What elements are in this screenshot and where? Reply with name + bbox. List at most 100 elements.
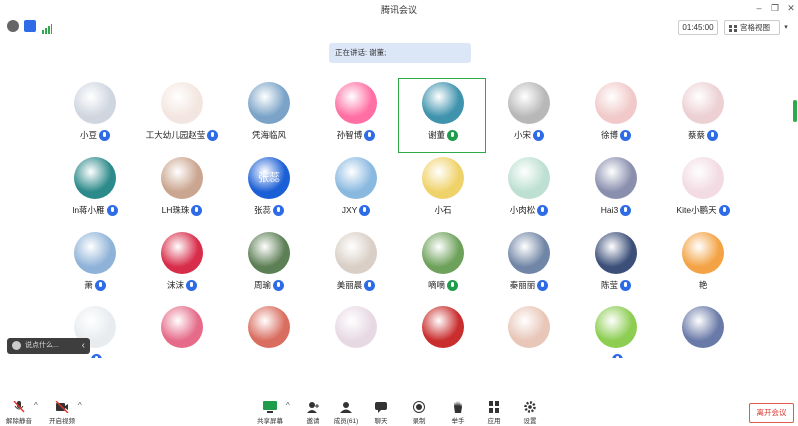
participant-tile[interactable]: 蔡蔡 bbox=[660, 78, 746, 150]
avatar bbox=[595, 232, 637, 274]
invite-label: 邀请 bbox=[306, 418, 320, 425]
avatar bbox=[161, 157, 203, 199]
participant-tile[interactable] bbox=[226, 302, 312, 358]
participant-tile[interactable]: 徐博 bbox=[573, 78, 659, 150]
participant-tile[interactable]: 张蕊 张蕊 bbox=[226, 153, 312, 225]
avatar bbox=[682, 306, 724, 348]
mic-status-icon bbox=[273, 280, 284, 292]
participant-tile[interactable]: LH珠珠 bbox=[139, 153, 225, 225]
record-label: 录制 bbox=[412, 418, 426, 425]
view-label: 宫格视图 bbox=[740, 23, 770, 32]
avatar bbox=[248, 232, 290, 274]
participant-tile[interactable] bbox=[660, 302, 746, 358]
chat-quick-input[interactable]: 说点什么... ‹ bbox=[7, 338, 90, 354]
participant-name: 美丽晨 bbox=[336, 280, 363, 290]
participant-tile[interactable]: 艳 bbox=[660, 228, 746, 300]
participant-name: 蔡蔡 bbox=[687, 130, 705, 140]
participant-tile[interactable]: 孙智博 bbox=[313, 78, 399, 150]
avatar bbox=[335, 232, 377, 274]
participant-tile[interactable] bbox=[139, 302, 225, 358]
avatar bbox=[248, 82, 290, 124]
avatar bbox=[161, 82, 203, 124]
settings-button[interactable]: 设置 bbox=[515, 395, 545, 426]
participant-tile[interactable]: JXY bbox=[313, 153, 399, 225]
share-screen-label: 共享屏幕 bbox=[257, 418, 283, 425]
mic-status-icon bbox=[186, 280, 197, 292]
chat-button[interactable]: 聊天 bbox=[366, 395, 396, 426]
avatar bbox=[682, 232, 724, 274]
avatar bbox=[335, 82, 377, 124]
meeting-toolbar: 解除静音 ^ 开启视频 ^ 共享屏幕 ^ 邀请 成员(61) 聊天 录制 举手 … bbox=[0, 395, 798, 426]
info-icon[interactable] bbox=[7, 20, 19, 32]
participant-tile[interactable]: 凭海临风 bbox=[226, 78, 312, 150]
view-switch-button[interactable]: 宫格视图 bbox=[724, 20, 780, 35]
avatar bbox=[74, 232, 116, 274]
mic-status-icon bbox=[611, 354, 623, 358]
participant-tile[interactable] bbox=[400, 302, 486, 358]
participant-tile[interactable]: 萧 bbox=[52, 228, 138, 300]
avatar bbox=[595, 82, 637, 124]
participant-tile[interactable]: 工大幼儿园赵莹 bbox=[139, 78, 225, 150]
collapse-icon[interactable]: ‹ bbox=[82, 338, 85, 354]
restore-icon[interactable]: ❐ bbox=[769, 2, 781, 14]
signal-icon[interactable] bbox=[42, 21, 52, 39]
avatar bbox=[161, 306, 203, 348]
participant-name: 徐博 bbox=[600, 130, 618, 140]
video-button[interactable]: 开启视频 bbox=[47, 395, 77, 426]
record-button[interactable]: 录制 bbox=[404, 395, 434, 426]
apps-button[interactable]: 应用 bbox=[479, 395, 509, 426]
invite-button[interactable]: 邀请 bbox=[298, 395, 328, 426]
emoji-icon[interactable] bbox=[12, 340, 21, 350]
participant-tile[interactable]: 秦丽丽 bbox=[486, 228, 572, 300]
participant-name: 小肉松 bbox=[509, 205, 536, 215]
settings-label: 设置 bbox=[523, 418, 537, 425]
mic-status-icon bbox=[99, 130, 110, 142]
mute-options-icon[interactable]: ^ bbox=[34, 401, 38, 410]
participant-tile[interactable]: 小石 bbox=[400, 153, 486, 225]
participant-name: Hai3 bbox=[600, 205, 619, 215]
mic-status-icon bbox=[364, 130, 376, 142]
share-screen-icon bbox=[263, 401, 277, 413]
participant-tile[interactable]: 小宋 bbox=[486, 78, 572, 150]
participant-tile[interactable]: Hai3 bbox=[573, 153, 659, 225]
participant-tile[interactable]: 小豆 bbox=[52, 78, 138, 150]
mic-status-icon bbox=[364, 280, 376, 292]
raise-hand-label: 举手 bbox=[451, 418, 465, 425]
members-label: 成员(61) bbox=[333, 418, 359, 425]
share-screen-button[interactable]: 共享屏幕 bbox=[255, 395, 285, 426]
mute-button[interactable]: 解除静音 bbox=[4, 395, 34, 426]
close-icon[interactable]: ✕ bbox=[785, 2, 797, 14]
participant-name: 工大幼儿园赵莹 bbox=[145, 130, 206, 140]
participant-tile[interactable] bbox=[313, 302, 399, 358]
share-options-icon[interactable]: ^ bbox=[286, 401, 290, 410]
title-bar: 腾讯会议 – ❐ ✕ bbox=[0, 0, 798, 18]
mic-status-icon bbox=[537, 280, 549, 292]
minimize-icon[interactable]: – bbox=[753, 2, 765, 14]
participant-tile[interactable]: 沫沫 bbox=[139, 228, 225, 300]
video-options-icon[interactable]: ^ bbox=[78, 401, 82, 410]
participant-name: LH珠珠 bbox=[161, 205, 190, 215]
participant-tile[interactable]: 陈莹 bbox=[573, 228, 659, 300]
video-label: 开启视频 bbox=[49, 418, 75, 425]
participant-name-row: 艳 bbox=[650, 278, 756, 292]
participant-tile[interactable]: 小肉松 bbox=[486, 153, 572, 225]
mic-status-icon bbox=[447, 280, 458, 292]
apps-icon bbox=[489, 401, 499, 413]
avatar bbox=[422, 157, 464, 199]
speaking-banner: 正在讲话: 谢董; bbox=[329, 43, 471, 63]
chat-label: 聊天 bbox=[374, 418, 388, 425]
participant-tile[interactable] bbox=[486, 302, 572, 358]
participant-tile[interactable]: Kite小鹏天 bbox=[660, 153, 746, 225]
leave-meeting-button[interactable]: 离开会议 bbox=[749, 403, 794, 423]
shield-icon[interactable] bbox=[24, 20, 36, 32]
participant-tile[interactable]: 周瑜 bbox=[226, 228, 312, 300]
participant-tile[interactable] bbox=[573, 302, 659, 358]
view-dropdown-icon[interactable]: ▾ bbox=[780, 20, 792, 35]
raise-hand-button[interactable]: 举手 bbox=[443, 395, 473, 426]
members-button[interactable]: 成员(61) bbox=[331, 395, 361, 426]
participant-tile[interactable]: 美丽晨 bbox=[313, 228, 399, 300]
participant-tile[interactable]: ln蒋小雁 bbox=[52, 153, 138, 225]
participant-tile[interactable]: 嘀嘀 bbox=[400, 228, 486, 300]
active-speaker-frame bbox=[398, 78, 486, 153]
scrollbar-thumb[interactable] bbox=[793, 100, 797, 122]
